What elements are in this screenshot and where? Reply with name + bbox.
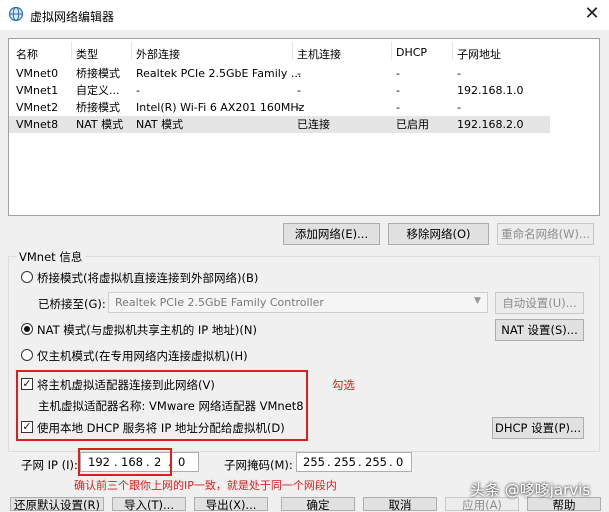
bridged-to-label: 已桥接至(G): (38, 297, 106, 311)
use-dhcp-checkbox[interactable]: ✓ (21, 421, 33, 433)
column-divider[interactable] (292, 42, 293, 60)
row-dhcp: 已启用 (396, 118, 429, 131)
row-type: 桥接模式 (76, 67, 120, 80)
mask-octet: 255 (303, 455, 325, 469)
row-name: VMnet2 (16, 101, 59, 114)
chevron-down-icon[interactable]: ▼ (474, 296, 481, 306)
row-dhcp: - (396, 84, 400, 97)
vmnet-info-title: VMnet 信息 (16, 249, 86, 265)
row-subnet: 192.168.2.0 (457, 118, 524, 131)
subnet-mask-label: 子网掩码(M): (224, 458, 293, 472)
row-external: Intel(R) Wi-Fi 6 AX201 160MHz (136, 101, 305, 114)
row-host: 已连接 (297, 118, 330, 131)
row-external: - (136, 84, 140, 97)
column-header-external[interactable]: 外部连接 (136, 46, 180, 62)
column-header-subnet[interactable]: 子网地址 (457, 46, 501, 62)
row-name: VMnet1 (16, 84, 59, 97)
ip-annotation: 确认前三个跟你上网的IP一致，就是处于同一个网段内 (74, 479, 337, 492)
connect-adapter-label[interactable]: 将主机虚拟适配器连接到此网络(V) (37, 377, 215, 393)
row-type: 自定义... (76, 84, 120, 97)
row-subnet: - (457, 101, 461, 114)
row-external: NAT 模式 (136, 118, 184, 131)
cancel-button[interactable]: 取消 (363, 497, 437, 512)
row-type: 桥接模式 (76, 101, 120, 114)
row-host: - (297, 67, 301, 80)
nat-mode-label[interactable]: NAT 模式(与虚拟机共享主机的 IP 地址)(N) (37, 322, 257, 338)
export-button[interactable]: 导出(X)... (194, 497, 268, 512)
column-header-name[interactable]: 名称 (16, 46, 38, 62)
bridge-mode-label[interactable]: 桥接模式(将虚拟机直接连接到外部网络)(B) (37, 270, 258, 286)
ok-button[interactable]: 确定 (281, 497, 355, 512)
close-icon[interactable]: ✕ (578, 2, 606, 26)
row-external: Realtek PCIe 2.5GbE Family ... (136, 67, 302, 80)
subnet-ip-label: 子网 IP (I): (21, 458, 78, 472)
column-divider[interactable] (452, 42, 453, 60)
ip-annotation-box (78, 448, 172, 476)
table-row[interactable]: VMnet0 桥接模式 Realtek PCIe 2.5GbE Family .… (9, 65, 550, 82)
mask-octet: 0 (396, 455, 404, 469)
row-name: VMnet8 (16, 118, 59, 131)
host-only-label[interactable]: 仅主机模式(在专用网络内连接虚拟机)(H) (37, 348, 248, 364)
bridge-mode-radio[interactable] (21, 271, 33, 283)
nat-settings-button[interactable]: NAT 设置(S)... (495, 319, 584, 341)
column-header-host[interactable]: 主机连接 (297, 46, 341, 62)
row-dhcp: - (396, 101, 400, 114)
restore-defaults-button[interactable]: 还原默认设置(R) (10, 497, 104, 512)
row-subnet: - (457, 67, 461, 80)
window-title: 虚拟网络编辑器 (30, 10, 115, 24)
auto-settings-button[interactable]: 自动设置(U)... (495, 292, 584, 314)
row-host: - (297, 84, 301, 97)
row-dhcp: - (396, 67, 400, 80)
host-only-radio[interactable] (21, 349, 33, 361)
table-row-selected[interactable]: VMnet8 NAT 模式 NAT 模式 已连接 已启用 192.168.2.0 (9, 116, 550, 133)
row-subnet: 192.168.1.0 (457, 84, 524, 97)
use-dhcp-label[interactable]: 使用本地 DHCP 服务将 IP 地址分配给虚拟机(D) (37, 420, 285, 436)
nat-mode-radio[interactable] (21, 323, 33, 335)
bridged-to-select[interactable]: Realtek PCIe 2.5GbE Family Controller (108, 292, 488, 313)
column-header-dhcp[interactable]: DHCP (396, 46, 427, 59)
remove-network-button[interactable]: 移除网络(O) (388, 223, 489, 245)
table-row[interactable]: VMnet2 桥接模式 Intel(R) Wi-Fi 6 AX201 160MH… (9, 99, 550, 116)
column-divider[interactable] (391, 42, 392, 60)
check-annotation: 勾选 (332, 378, 355, 392)
subnet-mask-input[interactable]: 255 . 255 . 255 . 0 (296, 452, 412, 472)
network-globe-icon (8, 6, 24, 22)
row-host: - (297, 101, 301, 114)
watermark: 头条 @哆哆jarvis (470, 481, 591, 499)
add-network-button[interactable]: 添加网络(E)... (283, 223, 380, 245)
row-name: VMnet0 (16, 67, 59, 80)
column-header-type[interactable]: 类型 (76, 46, 98, 62)
ip-octet: 0 (178, 455, 186, 469)
dhcp-settings-button[interactable]: DHCP 设置(P)... (492, 417, 584, 439)
import-button[interactable]: 导入(T)... (112, 497, 186, 512)
mask-octet: 255 (365, 455, 387, 469)
column-divider[interactable] (71, 42, 72, 60)
column-divider[interactable] (131, 42, 132, 60)
row-type: NAT 模式 (76, 118, 124, 131)
mask-octet: 255 (334, 455, 356, 469)
adapter-name-text: 主机虚拟适配器名称: VMware 网络适配器 VMnet8 (38, 399, 304, 413)
table-row[interactable]: VMnet1 自定义... - - - 192.168.1.0 (9, 82, 550, 99)
rename-network-button[interactable]: 重命名网络(W)... (497, 223, 594, 245)
connect-adapter-checkbox[interactable]: ✓ (21, 378, 33, 390)
